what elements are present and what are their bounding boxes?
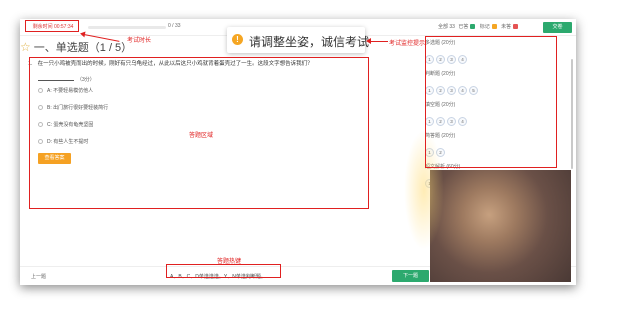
monitor-arrow-head	[366, 38, 371, 44]
hotkey-highlight-box	[166, 264, 281, 278]
section-title: ☆ 一、单选题（1 / 5）	[20, 39, 132, 55]
legend-answered: 已答	[458, 24, 469, 30]
answer-legend: 全部 33 已答 标记 未答	[438, 23, 521, 30]
timer-annotation-label: 考试时长	[127, 38, 152, 44]
answer-card-box	[425, 36, 557, 168]
next-question-button[interactable]: 下一题	[392, 270, 429, 282]
monitor-arrow	[370, 41, 388, 42]
legend-marked: 标记	[479, 24, 490, 30]
section-title-text: 一、单选题（1 / 5）	[33, 42, 133, 54]
unanswered-swatch	[513, 24, 519, 30]
monitor-banner: ! 请调整坐姿，诚信考试	[227, 27, 369, 53]
prev-question-button[interactable]: 上一题	[31, 273, 46, 280]
timer-highlight-box	[25, 20, 79, 32]
marked-swatch	[491, 24, 497, 30]
hotkey-annotation-label: 答题热键	[217, 259, 242, 265]
progress-text: 0 / 33	[168, 23, 181, 29]
answer-area-label: 答题区域	[189, 133, 214, 139]
progress-bar	[88, 26, 166, 29]
monitor-banner-text: 请调整坐姿，诚信考试	[249, 35, 370, 49]
warning-icon: !	[232, 34, 243, 45]
monitor-annotation-label: 考试监控提示	[389, 41, 426, 47]
panel-scrollbar[interactable]	[571, 59, 573, 169]
legend-unanswered: 未答	[501, 24, 512, 30]
camera-preview	[404, 130, 571, 282]
legend-all: 全部 33	[438, 24, 455, 30]
submit-exam-button[interactable]: 交卷	[543, 22, 572, 33]
answered-swatch	[470, 24, 476, 30]
star-icon[interactable]: ☆	[20, 40, 31, 54]
